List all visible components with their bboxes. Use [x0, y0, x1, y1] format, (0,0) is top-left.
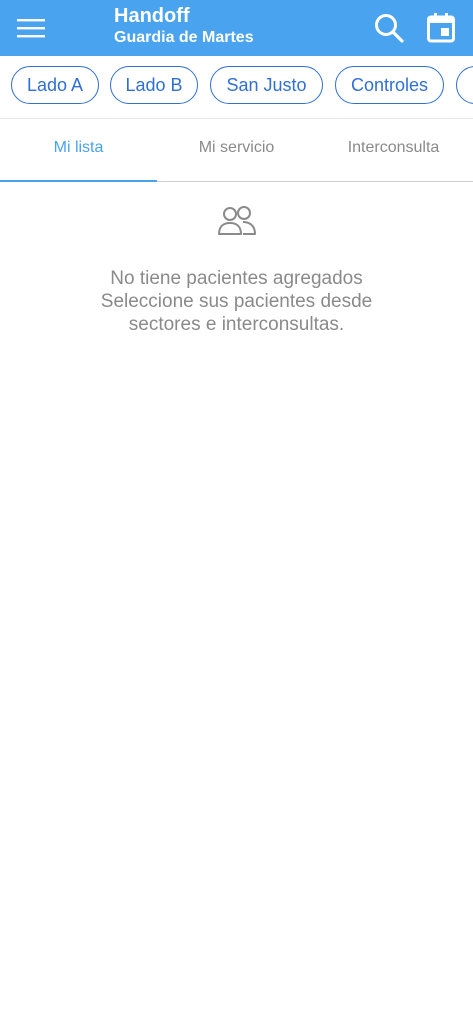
app: Handoff Guardia de Martes Lado A Lado B	[0, 0, 473, 1024]
tab-label: Mi servicio	[198, 139, 275, 156]
chip-label: Lado A	[26, 74, 84, 95]
menu-icon	[17, 19, 45, 38]
active-tab-indicator	[0, 180, 157, 182]
search-button[interactable]	[370, 10, 408, 46]
chip-label: San Justo	[226, 74, 307, 95]
page-subtitle: Guardia de Martes	[114, 29, 254, 46]
chip-label: Controles	[350, 74, 429, 95]
tab-label: Interconsulta	[347, 139, 440, 156]
chip-partial[interactable]	[456, 66, 473, 104]
chip-controles[interactable]: Controles	[335, 66, 444, 104]
header-titles: Handoff Guardia de Martes	[114, 4, 254, 48]
page-title: Handoff	[114, 5, 190, 27]
tab-bar: Mi lista Mi servicio Interconsulta	[0, 119, 473, 182]
tab-mi-servicio[interactable]: Mi servicio	[158, 119, 315, 181]
menu-button[interactable]	[12, 10, 50, 46]
chip-san-justo[interactable]: San Justo	[210, 66, 323, 104]
tab-mi-lista[interactable]: Mi lista	[0, 119, 157, 181]
chip-lado-b[interactable]: Lado B	[110, 66, 198, 104]
sector-chips: Lado A Lado B San Justo Controles	[0, 56, 473, 119]
calendar-button[interactable]	[422, 10, 460, 46]
tab-interconsulta[interactable]: Interconsulta	[315, 119, 472, 181]
people-icon	[217, 206, 256, 235]
empty-state-line: sectores e interconsultas.	[128, 314, 345, 335]
tab-label: Mi lista	[53, 139, 104, 156]
calendar-icon	[427, 13, 455, 43]
app-header: Handoff Guardia de Martes	[0, 0, 473, 56]
search-icon	[375, 14, 404, 43]
empty-state-line: Seleccione sus pacientes desde	[100, 291, 373, 312]
chip-lado-a[interactable]: Lado A	[11, 66, 99, 104]
empty-state-message: No tiene pacientes agregados Seleccione …	[0, 267, 473, 336]
chip-label: Lado B	[125, 74, 183, 95]
empty-state-line: No tiene pacientes agregados	[110, 268, 363, 289]
empty-state: No tiene pacientes agregados Seleccione …	[0, 200, 473, 336]
